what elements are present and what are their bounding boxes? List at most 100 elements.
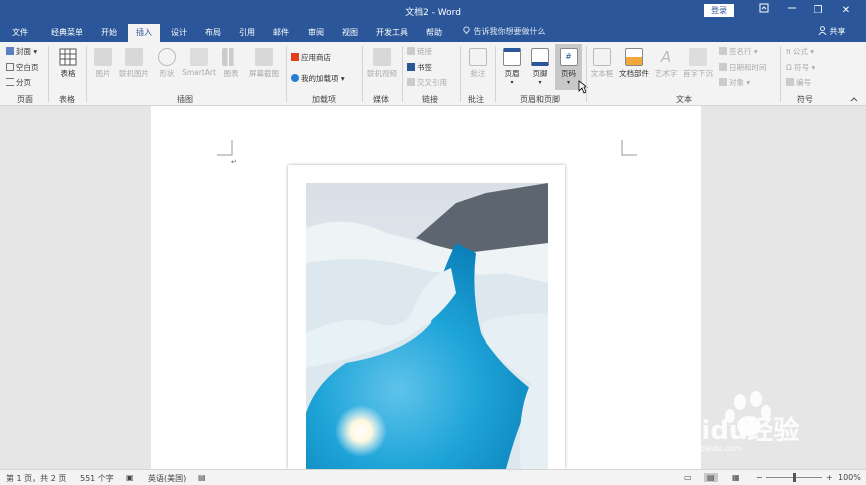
collapse-ribbon-icon[interactable]	[850, 96, 858, 102]
online-picture-button[interactable]: 联机图片	[116, 48, 152, 79]
shapes-button[interactable]: 形状	[154, 48, 180, 79]
numbering-button[interactable]: 编号	[786, 77, 811, 88]
chevron-down-icon: ▾	[510, 79, 514, 86]
language-status[interactable]: 英语(美国)	[148, 473, 186, 484]
tab-layout[interactable]: 布局	[198, 24, 228, 42]
store-button[interactable]: 应用商店	[291, 52, 331, 63]
word-count-status[interactable]: 551 个字	[80, 473, 114, 484]
close-icon[interactable]: ✕	[834, 3, 858, 18]
macro-record-icon[interactable]: ▤	[198, 473, 206, 482]
share-label: 共享	[829, 27, 846, 36]
share-button[interactable]: 共享	[818, 26, 846, 37]
smartart-button[interactable]: SmartArt	[180, 48, 218, 77]
table-button[interactable]: 表格	[54, 48, 82, 79]
group-divider	[586, 46, 587, 102]
smartart-label: SmartArt	[182, 68, 216, 77]
group-pages-label: 页面	[17, 95, 33, 104]
group-divider	[780, 46, 781, 102]
chart-button[interactable]: 图表	[218, 48, 244, 79]
group-divider	[48, 46, 49, 102]
online-picture-icon	[125, 48, 143, 66]
tab-file[interactable]: 文件	[4, 24, 36, 42]
document-title: 文档2 - Word	[405, 8, 461, 18]
link-icon	[407, 47, 415, 55]
equation-label: 公式	[792, 47, 808, 56]
margin-corner-mark	[217, 140, 233, 156]
screenshot-button[interactable]: 屏幕截图	[246, 48, 282, 79]
signature-line-button[interactable]: 签名行 ▾	[719, 46, 758, 57]
tab-references[interactable]: 引用	[232, 24, 262, 42]
tab-classic-menu[interactable]: 经典菜单	[44, 24, 90, 42]
restore-icon[interactable]: ❐	[806, 3, 830, 18]
tab-developer[interactable]: 开发工具	[370, 24, 414, 42]
login-button[interactable]: 登录	[704, 4, 734, 17]
group-divider	[286, 46, 287, 102]
link-label: 链接	[417, 47, 432, 56]
picture-button[interactable]: 图片	[90, 48, 116, 79]
group-addins-label: 加载项	[312, 95, 336, 104]
web-layout-icon[interactable]: ▦	[732, 473, 740, 482]
tab-mailings[interactable]: 邮件	[266, 24, 296, 42]
omega-icon: Ω	[786, 63, 795, 72]
cover-page-button[interactable]: 封面 ▾	[6, 46, 37, 57]
symbol-button[interactable]: Ω 符号 ▾	[786, 62, 815, 73]
link-button[interactable]: 链接	[407, 46, 432, 57]
chart-label: 图表	[223, 69, 239, 78]
zoom-out-icon[interactable]: −	[756, 473, 763, 482]
document-page[interactable]: ↵	[151, 106, 701, 469]
online-video-label: 联机视频	[367, 69, 397, 78]
pi-icon: π	[786, 47, 793, 56]
margin-corner-mark	[621, 140, 637, 156]
ribbon-display-options-icon[interactable]	[752, 3, 776, 18]
tab-insert[interactable]: 插入	[128, 24, 160, 42]
bookmark-button[interactable]: 书签	[407, 62, 432, 73]
comment-label: 批注	[470, 69, 486, 78]
tab-design[interactable]: 设计	[164, 24, 194, 42]
smartart-icon	[190, 48, 208, 66]
header-button[interactable]: 页眉 ▾	[498, 48, 526, 86]
zoom-in-icon[interactable]: +	[826, 473, 833, 482]
numbering-icon	[786, 78, 794, 86]
proofing-icon[interactable]: ▣	[126, 473, 134, 482]
text-box-button[interactable]: 文本框	[588, 48, 616, 79]
group-divider	[495, 46, 496, 102]
read-mode-icon[interactable]: ▭	[684, 473, 692, 482]
object-button[interactable]: 对象 ▾	[719, 77, 750, 88]
comment-button[interactable]: 批注	[464, 48, 492, 79]
tab-review[interactable]: 审阅	[301, 24, 331, 42]
drop-cap-icon	[689, 48, 707, 66]
shapes-label: 形状	[159, 69, 175, 78]
cross-reference-button[interactable]: 交叉引用	[407, 77, 447, 88]
equation-button[interactable]: π 公式 ▾	[786, 46, 814, 57]
my-addins-button[interactable]: 我的加载项 ▾	[291, 73, 345, 84]
person-icon	[818, 26, 827, 36]
minimize-icon[interactable]	[780, 3, 804, 18]
date-time-label: 日期和时间	[729, 63, 767, 72]
tell-me-search[interactable]: 告诉我你想要做什么	[462, 26, 546, 37]
page-break-button[interactable]: 分页	[6, 77, 31, 88]
wordart-button[interactable]: A 艺术字	[652, 48, 680, 79]
drop-cap-button[interactable]: 首字下沉	[681, 48, 715, 79]
tab-home[interactable]: 开始	[94, 24, 124, 42]
inserted-picture-frame[interactable]	[288, 165, 565, 469]
title-bar: 文档2 - Word 登录 ❐ ✕	[0, 0, 866, 22]
cross-reference-label: 交叉引用	[417, 78, 447, 87]
group-table-label: 表格	[59, 95, 75, 104]
blank-page-button[interactable]: 空白页	[6, 62, 39, 73]
zoom-slider[interactable]	[766, 473, 822, 482]
zoom-slider-thumb[interactable]	[793, 473, 796, 482]
date-time-button[interactable]: 日期和时间	[719, 62, 767, 73]
tab-help[interactable]: 帮助	[419, 24, 449, 42]
camera-icon	[255, 48, 273, 66]
cover-page-label: 封面	[16, 47, 31, 56]
online-video-button[interactable]: 联机视频	[364, 48, 400, 79]
page-count-status[interactable]: 第 1 页，共 2 页	[6, 473, 66, 484]
quick-parts-button[interactable]: 文档部件	[617, 48, 651, 79]
quick-parts-icon	[625, 48, 643, 66]
tab-view[interactable]: 视图	[335, 24, 365, 42]
print-layout-icon[interactable]: ▤	[704, 473, 718, 482]
footer-button[interactable]: 页脚 ▾	[526, 48, 554, 86]
group-text-label: 文本	[676, 95, 692, 104]
zoom-level[interactable]: 100%	[838, 473, 861, 482]
glacier-photo[interactable]	[306, 183, 548, 469]
